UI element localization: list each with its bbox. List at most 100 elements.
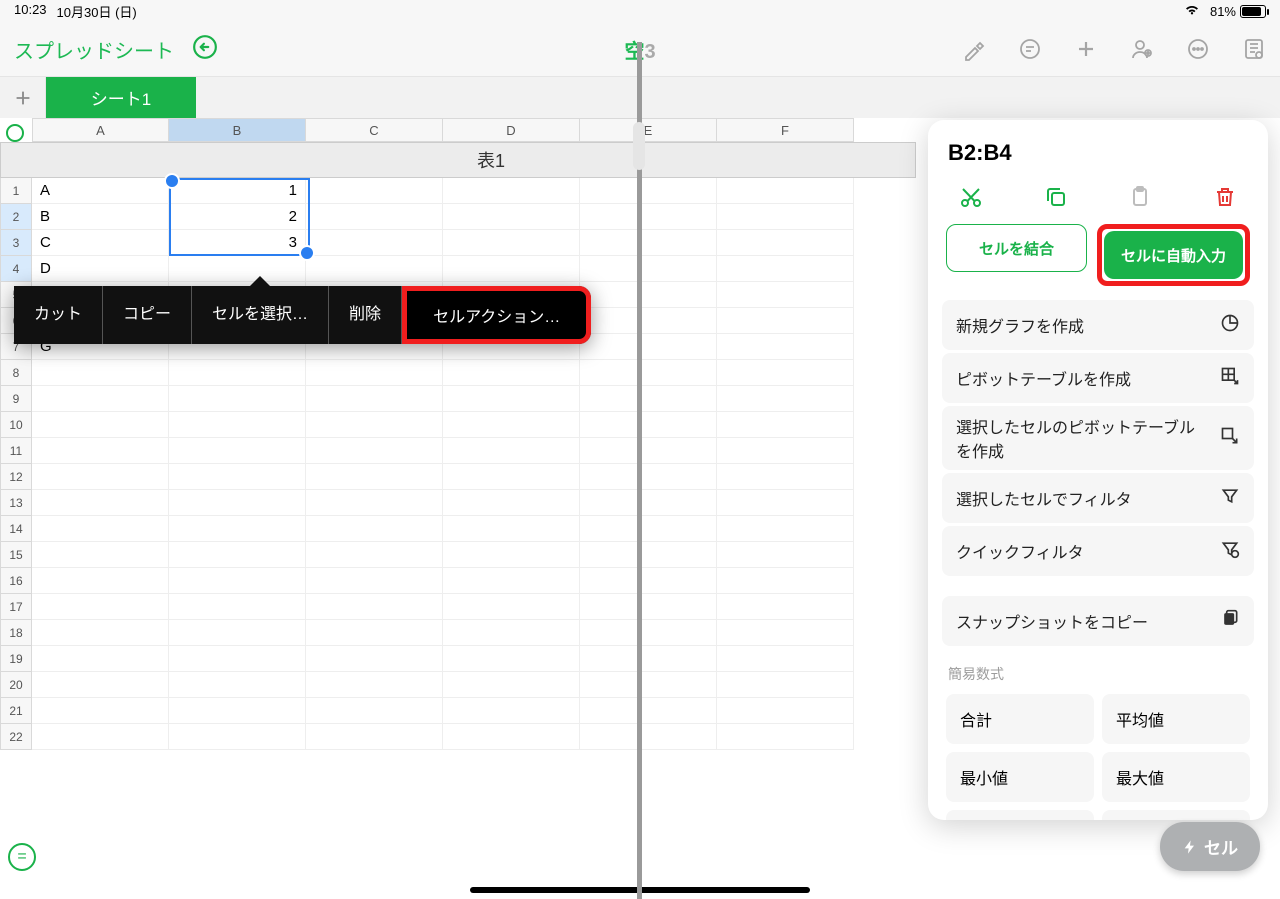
cell[interactable] [717, 412, 854, 438]
cell[interactable] [169, 594, 306, 620]
cell[interactable] [717, 620, 854, 646]
row-header-8[interactable]: 8 [0, 360, 32, 386]
col-header-b[interactable]: B [169, 118, 306, 142]
undo-button[interactable] [192, 34, 218, 65]
cell[interactable]: A [32, 178, 169, 204]
formula-sum[interactable]: 合計 [946, 694, 1094, 744]
cell[interactable]: 2 [169, 204, 306, 230]
cell[interactable] [306, 412, 443, 438]
cell[interactable] [580, 516, 717, 542]
cell[interactable]: 3 [169, 230, 306, 256]
action-new-chart[interactable]: 新規グラフを作成 [942, 300, 1254, 350]
cell[interactable] [580, 360, 717, 386]
cell[interactable] [306, 464, 443, 490]
insert-icon[interactable] [1074, 37, 1098, 61]
cell[interactable] [717, 256, 854, 282]
row-header-20[interactable]: 20 [0, 672, 32, 698]
cell[interactable] [580, 412, 717, 438]
cell[interactable] [169, 516, 306, 542]
cell[interactable] [580, 230, 717, 256]
row-header-12[interactable]: 12 [0, 464, 32, 490]
cell[interactable] [580, 308, 717, 334]
cell[interactable] [306, 724, 443, 750]
action-pivot-selection[interactable]: 選択したセルのピボットテーブルを作成 [942, 406, 1254, 470]
cell[interactable]: B [32, 204, 169, 230]
cut-icon[interactable] [958, 184, 984, 210]
cell[interactable] [717, 230, 854, 256]
cell[interactable]: D [32, 256, 169, 282]
row-header-19[interactable]: 19 [0, 646, 32, 672]
cell[interactable] [443, 230, 580, 256]
formula-min[interactable]: 最小値 [946, 752, 1094, 802]
cell[interactable] [580, 204, 717, 230]
cell[interactable] [32, 594, 169, 620]
cell[interactable] [32, 698, 169, 724]
cell[interactable] [580, 334, 717, 360]
cell[interactable] [32, 672, 169, 698]
row-header-21[interactable]: 21 [0, 698, 32, 724]
cell[interactable] [306, 568, 443, 594]
cell[interactable] [169, 698, 306, 724]
row-header-9[interactable]: 9 [0, 386, 32, 412]
cell[interactable] [443, 542, 580, 568]
cell[interactable] [32, 412, 169, 438]
cell[interactable] [306, 204, 443, 230]
cell[interactable] [717, 178, 854, 204]
cell[interactable] [717, 360, 854, 386]
row-header-15[interactable]: 15 [0, 542, 32, 568]
row-header-14[interactable]: 14 [0, 516, 32, 542]
cell[interactable] [306, 386, 443, 412]
cell[interactable] [717, 308, 854, 334]
ctx-delete[interactable]: 削除 [329, 286, 402, 344]
cell[interactable] [443, 256, 580, 282]
add-sheet-button[interactable] [0, 77, 46, 118]
cell[interactable] [717, 334, 854, 360]
cell[interactable] [306, 542, 443, 568]
cell[interactable] [717, 698, 854, 724]
cell[interactable] [580, 178, 717, 204]
row-header-2[interactable]: 2 [0, 204, 32, 230]
cell[interactable] [443, 386, 580, 412]
formula-equals-button[interactable]: = [8, 843, 36, 871]
formula-max[interactable]: 最大値 [1102, 752, 1250, 802]
cell[interactable] [580, 646, 717, 672]
row-header-1[interactable]: 1 [0, 178, 32, 204]
autofill-button[interactable]: セルに自動入力 [1104, 231, 1243, 279]
cell[interactable] [580, 594, 717, 620]
cell[interactable] [580, 256, 717, 282]
action-snapshot[interactable]: スナップショットをコピー [942, 596, 1254, 646]
cell[interactable] [306, 230, 443, 256]
cell[interactable] [32, 360, 169, 386]
cell[interactable] [32, 542, 169, 568]
cell[interactable] [717, 386, 854, 412]
cell[interactable] [580, 724, 717, 750]
cell[interactable] [32, 646, 169, 672]
cell[interactable] [580, 438, 717, 464]
delete-icon[interactable] [1212, 184, 1238, 210]
cell[interactable] [32, 438, 169, 464]
row-header-4[interactable]: 4 [0, 256, 32, 282]
cell[interactable] [443, 620, 580, 646]
cell[interactable] [443, 464, 580, 490]
cell[interactable] [443, 204, 580, 230]
cell[interactable] [32, 516, 169, 542]
back-button[interactable]: スプレッドシート [14, 35, 174, 64]
organize-icon[interactable] [1242, 37, 1266, 61]
cell[interactable] [306, 698, 443, 724]
cell[interactable] [169, 568, 306, 594]
formula-avg[interactable]: 平均値 [1102, 694, 1250, 744]
cell[interactable] [580, 568, 717, 594]
cell[interactable] [443, 568, 580, 594]
collaborate-icon[interactable] [1130, 37, 1154, 61]
cell[interactable] [306, 178, 443, 204]
cell[interactable] [717, 568, 854, 594]
cell[interactable] [306, 256, 443, 282]
merge-cells-button[interactable]: セルを結合 [946, 224, 1087, 272]
formula-product[interactable]: 積 [1102, 810, 1250, 820]
cell[interactable] [169, 256, 306, 282]
cell[interactable] [580, 698, 717, 724]
cell[interactable] [169, 646, 306, 672]
cell[interactable] [717, 672, 854, 698]
cell[interactable] [443, 516, 580, 542]
cell[interactable] [580, 464, 717, 490]
